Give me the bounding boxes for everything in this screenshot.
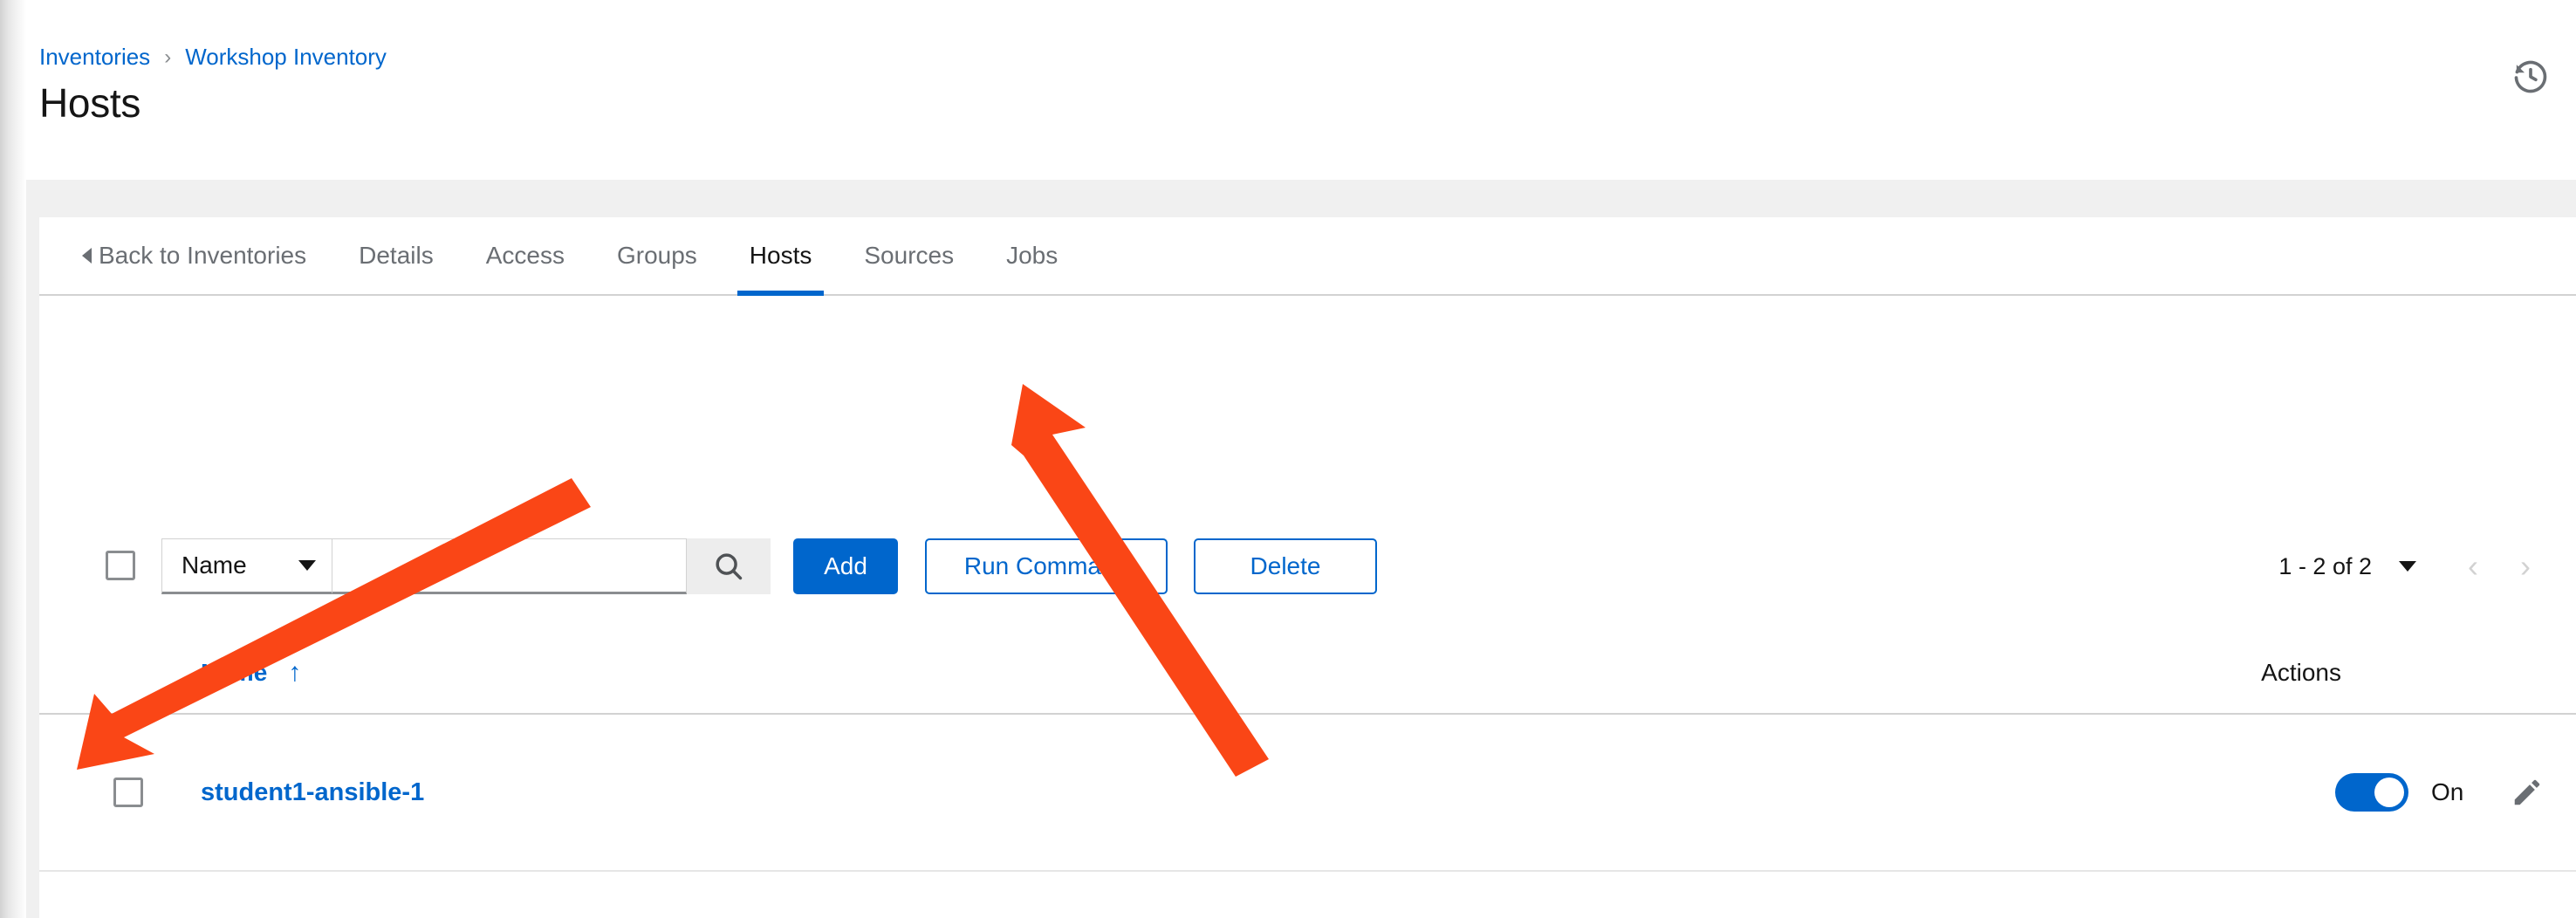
column-header-actions: Actions — [2261, 659, 2341, 686]
select-all-checkbox[interactable] — [106, 551, 135, 580]
chevron-down-icon — [298, 560, 316, 571]
filter-field-select[interactable]: Name — [161, 538, 332, 594]
host-enabled-toggle[interactable] — [2335, 773, 2408, 812]
tab-back-to-inventories[interactable]: Back to Inventories — [79, 217, 332, 294]
table-header: Name ↑ Actions — [39, 647, 2576, 715]
toolbar-next-page-button[interactable]: › — [2499, 540, 2552, 593]
tab-groups[interactable]: Groups — [591, 217, 723, 294]
pencil-icon[interactable] — [2499, 764, 2555, 820]
add-button[interactable]: Add — [793, 538, 898, 594]
tab-label: Details — [359, 242, 434, 269]
tab-label: Groups — [616, 242, 697, 269]
tab-label: Access — [485, 242, 565, 269]
page-header: Inventories › Workshop Inventory Hosts — [0, 0, 2576, 180]
tab-hosts[interactable]: Hosts — [723, 217, 839, 296]
table-row: student1-ansible-1 On — [39, 715, 2576, 872]
breadcrumb-item-workshop-inventory[interactable]: Workshop Inventory — [185, 44, 387, 71]
row-actions: On — [2335, 764, 2555, 820]
tab-sources[interactable]: Sources — [838, 217, 980, 294]
tab-label: Jobs — [1006, 242, 1058, 269]
breadcrumb-item-inventories[interactable]: Inventories — [39, 44, 150, 71]
column-header-label: Name — [201, 659, 268, 686]
page-title: Hosts — [39, 80, 141, 126]
breadcrumb: Inventories › Workshop Inventory — [39, 44, 387, 71]
tab-label: Hosts — [749, 242, 812, 269]
column-header-name[interactable]: Name ↑ — [201, 659, 301, 687]
search-input[interactable] — [332, 538, 687, 594]
caret-left-icon — [82, 248, 92, 264]
toolbar-pagination: 1 - 2 of 2 ‹ › — [2278, 540, 2552, 593]
tab-jobs[interactable]: Jobs — [980, 217, 1084, 294]
run-command-button[interactable]: Run Command — [925, 538, 1168, 594]
delete-button[interactable]: Delete — [1194, 538, 1377, 594]
tab-bar: Back to Inventories Details Access Group… — [39, 217, 2576, 296]
chevron-right-icon: › — [164, 45, 172, 69]
host-name-link[interactable]: student1-ansible-1 — [201, 778, 424, 807]
chevron-down-icon — [2399, 561, 2416, 572]
hosts-card: Back to Inventories Details Access Group… — [39, 217, 2576, 918]
row-select-checkbox[interactable] — [113, 778, 143, 807]
sort-ascending-icon: ↑ — [288, 658, 302, 687]
tab-label: Back to Inventories — [99, 242, 307, 269]
toolbar-pagination-dropdown-toggle[interactable] — [2386, 549, 2421, 584]
tab-label: Sources — [864, 242, 955, 269]
tab-access[interactable]: Access — [460, 217, 591, 294]
toolbar-prev-page-button[interactable]: ‹ — [2447, 540, 2499, 593]
table-row: student1-win1 On — [39, 873, 2576, 918]
filter-field-label: Name — [182, 551, 247, 579]
toolbar-pagination-summary: 1 - 2 of 2 — [2278, 552, 2372, 579]
tab-details[interactable]: Details — [332, 217, 460, 294]
history-icon[interactable] — [2504, 51, 2557, 103]
host-enabled-label: On — [2431, 778, 2464, 805]
search-button[interactable] — [687, 538, 771, 594]
select-all-checkbox-wrap — [106, 551, 135, 580]
search-filter-group: Name — [161, 538, 771, 594]
